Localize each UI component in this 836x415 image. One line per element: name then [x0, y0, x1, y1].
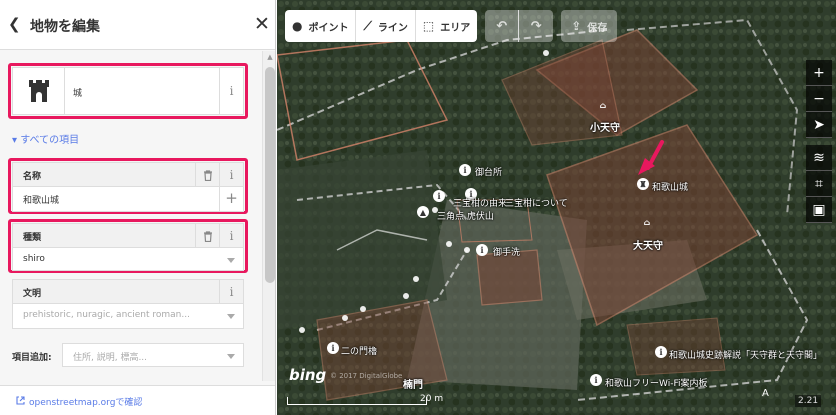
version-badge[interactable]: 2.21 — [795, 395, 822, 407]
civilization-placeholder[interactable]: prehistoric, nuragic, ancient roman... — [23, 310, 190, 320]
add-line-button[interactable]: ⟋ ライン — [356, 10, 416, 42]
map-label: 大天守 — [633, 241, 663, 252]
castle-pin-icon[interactable]: ♜ — [637, 178, 649, 190]
translate-icon[interactable]: A — [762, 388, 769, 399]
imagery-attribution[interactable]: © 2017 DigitalGlobe — [330, 372, 402, 380]
area-icon: ⬚ — [422, 19, 435, 33]
info-pin-icon[interactable]: i — [655, 346, 667, 358]
info-icon[interactable]: i — [219, 224, 243, 248]
map-label: 楠門 — [403, 380, 423, 391]
zoom-in-button[interactable]: + — [806, 60, 832, 86]
type-field: 種類 i shiro — [12, 223, 244, 271]
map-label: 小天守 — [590, 123, 620, 134]
upload-icon: ⇪ — [571, 19, 582, 33]
info-icon[interactable]: i — [219, 163, 243, 187]
building-icon: ⌂ — [643, 217, 651, 227]
close-icon[interactable]: ✕ — [252, 13, 272, 37]
back-icon[interactable]: ❮ — [8, 15, 24, 35]
info-pin-icon[interactable]: i — [459, 164, 471, 176]
map-controls: + − ➤ ≋ ⌗ ▣ — [806, 60, 832, 223]
scroll-up-icon[interactable]: ▲ — [263, 53, 275, 63]
preset-name: 城 — [73, 89, 83, 99]
feature-editor-panel: ❮ 地物を編集 ✕ 城 i ▾ すべての項目 名称 i 和歌山城 + 種類 i … — [0, 0, 276, 415]
geolocate-button[interactable]: ➤ — [806, 112, 832, 138]
redo-button[interactable]: ↷ — [519, 10, 554, 42]
viewpoint-pin-icon[interactable]: ▲ — [417, 206, 429, 218]
zoom-out-button[interactable]: − — [806, 86, 832, 112]
map-label: 三宝柑の由来 — [453, 199, 508, 209]
panel-scrollbar[interactable]: ▲ — [262, 51, 275, 381]
top-toolbar: ● ポイント ⟋ ライン ⬚ エリア ↶ ↷ ⇪ 保存 — [285, 10, 625, 42]
line-icon: ⟋ — [363, 18, 372, 33]
undo-icon: ↶ — [496, 18, 508, 34]
issues-button[interactable]: ▣ — [806, 197, 832, 223]
chevron-down-icon[interactable] — [227, 354, 235, 359]
building-icon: ⌂ — [599, 100, 607, 110]
add-feature-group: ● ポイント ⟋ ライン ⬚ エリア — [285, 10, 478, 42]
map-label: 御台所 — [475, 168, 503, 178]
map-label: 和歌山城 — [652, 183, 689, 193]
scale-bar — [287, 397, 427, 405]
scale-label: 20 m — [420, 394, 444, 404]
panel-footer: openstreetmap.orgで確認 — [0, 385, 275, 415]
point-icon: ● — [292, 19, 303, 33]
add-field-input[interactable]: 住所, 説明, 標高... — [62, 343, 244, 367]
civilization-field: 文明 i prehistoric, nuragic, ancient roman… — [12, 279, 244, 329]
redo-icon: ↷ — [530, 18, 542, 34]
chevron-down-icon[interactable] — [227, 314, 235, 319]
panel-title: 地物を編集 — [30, 19, 100, 35]
info-pin-icon[interactable]: i — [590, 374, 602, 386]
map-label: 和歌山フリーWi-Fi案内板 — [605, 379, 708, 389]
map-label: 和歌山城史跡解説「天守群と天守閣」 — [669, 351, 823, 361]
view-on-osm-link[interactable]: openstreetmap.orgで確認 — [16, 395, 142, 408]
civilization-combo[interactable]: prehistoric, nuragic, ancient roman... — [13, 304, 243, 328]
external-link-icon — [16, 396, 25, 405]
name-value[interactable]: 和歌山城 — [23, 193, 59, 206]
map-label: 三角点 虎伏山 — [437, 212, 494, 222]
map-data-button[interactable]: ⌗ — [806, 171, 832, 197]
name-input[interactable]: 和歌山城 + — [13, 187, 243, 211]
add-localized-name-icon[interactable]: + — [219, 187, 243, 211]
preset-selector[interactable]: 城 i — [12, 67, 244, 115]
layers-button[interactable]: ≋ — [806, 145, 832, 171]
info-icon[interactable]: i — [219, 280, 243, 304]
info-pin-icon[interactable]: i — [476, 244, 488, 256]
bing-logo: bing — [289, 366, 327, 384]
trash-icon[interactable] — [195, 224, 219, 248]
info-pin-icon[interactable]: i — [327, 342, 339, 354]
add-area-button[interactable]: ⬚ エリア — [415, 10, 478, 42]
all-fields-toggle[interactable]: ▾ すべての項目 — [12, 131, 79, 146]
scroll-thumb[interactable] — [265, 67, 275, 283]
info-pin-icon[interactable]: i — [433, 190, 445, 202]
history-group: ↶ ↷ — [485, 10, 554, 42]
info-icon[interactable]: i — [219, 68, 243, 114]
undo-button[interactable]: ↶ — [485, 10, 520, 42]
map-canvas[interactable]: i 御台所 i i 三宝柑の由来 三宝柑について ▲ 三角点 虎伏山 小天守 ⌂… — [277, 0, 836, 415]
map-label: 御手洗 — [493, 248, 521, 258]
castle-icon — [13, 68, 65, 114]
type-value[interactable]: shiro — [23, 254, 45, 264]
save-group: ⇪ 保存 — [561, 10, 618, 42]
add-point-button[interactable]: ● ポイント — [285, 10, 357, 42]
add-field-label: 項目追加: — [12, 353, 52, 363]
field-label: 種類 — [23, 233, 42, 243]
field-label: 名称 — [23, 172, 42, 182]
type-combo[interactable]: shiro — [13, 248, 243, 272]
panel-body: 城 i ▾ すべての項目 名称 i 和歌山城 + 種類 i shiro 文明 i… — [0, 51, 262, 381]
add-field-placeholder[interactable]: 住所, 説明, 標高... — [73, 350, 147, 363]
map-label: 三宝柑について — [505, 199, 568, 209]
name-field: 名称 i 和歌山城 + — [12, 162, 244, 212]
chevron-down-icon[interactable] — [227, 258, 235, 263]
footer-tools[interactable]: A — [762, 388, 769, 399]
trash-icon[interactable] — [195, 163, 219, 187]
panel-header: ❮ 地物を編集 ✕ — [0, 0, 275, 50]
save-button[interactable]: ⇪ 保存 — [561, 10, 618, 42]
field-label: 文明 — [23, 289, 42, 299]
map-label: 二の門櫓 — [341, 347, 378, 357]
